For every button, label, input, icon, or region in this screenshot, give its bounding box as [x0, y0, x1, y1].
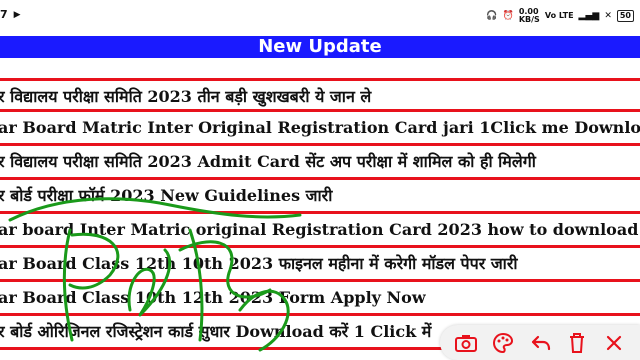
list-item[interactable]: र विद्यालय परीक्षा समिति 2023 तीन बड़ी ख… — [0, 78, 640, 112]
list-item-label[interactable]: र बोर्ड परीक्षा फॉर्म 2023 New Guideline… — [0, 185, 332, 207]
trash-icon[interactable] — [563, 329, 591, 357]
undo-icon[interactable] — [526, 329, 554, 357]
list-item-label[interactable]: र विद्यालय परीक्षा समिति 2023 Admit Card… — [0, 151, 536, 173]
status-time: 7 — [0, 8, 8, 21]
list-item[interactable]: ar Board Class 12th 10th 2023 फाइनल महीन… — [0, 248, 640, 282]
list-item-label[interactable]: ar Board Matric Inter Original Registrat… — [0, 117, 640, 139]
network-rate: 0.00 KB/S — [518, 7, 540, 24]
page-title: New Update — [0, 36, 640, 58]
status-bar: 7 ▶ 🎧 ⏰ 0.00 KB/S Vo LTE ▂▄▆ ✕ 50 — [0, 0, 640, 36]
list-item-label[interactable]: ar Board Class 10th 12th 2023 Form Apply… — [0, 287, 426, 309]
play-icon: ▶ — [13, 9, 21, 20]
list-item[interactable]: र बोर्ड परीक्षा फॉर्म 2023 New Guideline… — [0, 180, 640, 214]
camera-icon[interactable] — [452, 329, 480, 357]
close-icon[interactable] — [600, 329, 628, 357]
list-item-label[interactable]: र विद्यालय परीक्षा समिति 2023 तीन बड़ी ख… — [0, 86, 371, 108]
list-item[interactable]: ar Board Class 10th 12th 2023 Form Apply… — [0, 282, 640, 316]
list-item-label[interactable]: र बोर्ड ओरिजिनल रजिस्ट्रेशन कार्ड सुधार … — [0, 321, 431, 343]
x-icon: ✕ — [604, 11, 612, 21]
headphone-icon: 🎧 — [486, 11, 498, 21]
update-list: र विद्यालय परीक्षा समिति 2023 तीन बड़ी ख… — [0, 78, 640, 350]
volte-indicator: Vo LTE — [544, 11, 574, 20]
list-item-label[interactable]: ar board Inter Matric original Registrat… — [0, 219, 638, 241]
floating-toolbar — [440, 325, 640, 360]
list-item[interactable]: र विद्यालय परीक्षा समिति 2023 Admit Card… — [0, 146, 640, 180]
alarm-icon: ⏰ — [502, 11, 514, 21]
list-item[interactable]: ar board Inter Matric original Registrat… — [0, 214, 640, 248]
signal-icon: ▂▄▆ — [578, 11, 600, 21]
palette-icon[interactable] — [489, 329, 517, 357]
list-item-label[interactable]: ar Board Class 12th 10th 2023 फाइनल महीन… — [0, 253, 518, 275]
list-item[interactable]: ar Board Matric Inter Original Registrat… — [0, 112, 640, 146]
battery-indicator: 50 — [616, 10, 634, 22]
